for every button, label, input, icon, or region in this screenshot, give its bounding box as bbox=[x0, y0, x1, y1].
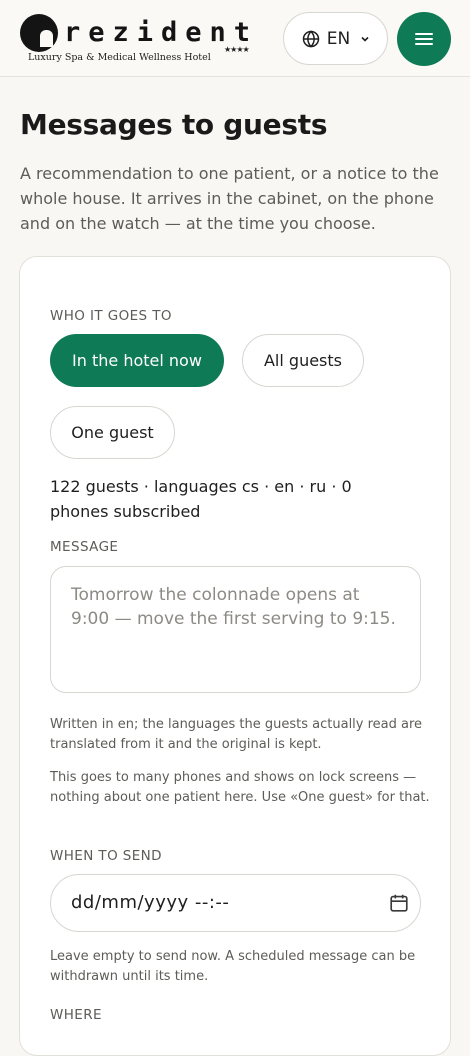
brand-logo[interactable]: rezident Luxury Spa & Medical Wellness H… bbox=[20, 14, 260, 66]
language-switcher-button[interactable]: EN bbox=[283, 12, 388, 65]
page-title: Messages to guests bbox=[20, 108, 328, 141]
schedule-label: WHEN TO SEND bbox=[50, 848, 162, 864]
site-header: rezident Luxury Spa & Medical Wellness H… bbox=[0, 0, 470, 77]
logo-mark-icon bbox=[20, 14, 58, 52]
language-label: EN bbox=[326, 28, 351, 49]
audience-label: WHO IT GOES TO bbox=[50, 308, 172, 324]
schedule-datetime-placeholder: dd/mm/yyyy --:-- bbox=[71, 892, 230, 913]
chevron-down-icon bbox=[361, 36, 369, 42]
privacy-hint: This goes to many phones and shows on lo… bbox=[50, 770, 430, 805]
message-input[interactable] bbox=[50, 566, 421, 693]
message-form-card: WHO IT GOES TO In the hotel now All gues… bbox=[19, 256, 451, 1056]
schedule-hint: Leave empty to send now. A scheduled mes… bbox=[50, 949, 416, 984]
menu-icon bbox=[415, 33, 433, 45]
calendar-icon[interactable] bbox=[388, 892, 410, 914]
schedule-datetime-input[interactable]: dd/mm/yyyy --:-- bbox=[50, 874, 421, 932]
logo-tagline: Luxury Spa & Medical Wellness Hotel bbox=[28, 52, 211, 63]
audience-option-all-guests[interactable]: All guests bbox=[242, 334, 364, 387]
menu-button[interactable] bbox=[397, 12, 451, 66]
logo-stars: ★★★★ bbox=[224, 45, 250, 54]
where-label: WHERE bbox=[50, 1007, 102, 1023]
message-label: MESSAGE bbox=[50, 539, 119, 555]
page-intro: A recommendation to one patient, or a no… bbox=[20, 164, 439, 233]
translation-hint: Written in en; the languages the guests … bbox=[50, 717, 423, 752]
audience-option-one-guest[interactable]: One guest bbox=[50, 406, 175, 459]
audience-stats: 122 guests · languages cs · en · ru · 0 … bbox=[50, 477, 352, 521]
audience-option-in-hotel[interactable]: In the hotel now bbox=[50, 334, 224, 387]
globe-icon bbox=[302, 29, 320, 48]
